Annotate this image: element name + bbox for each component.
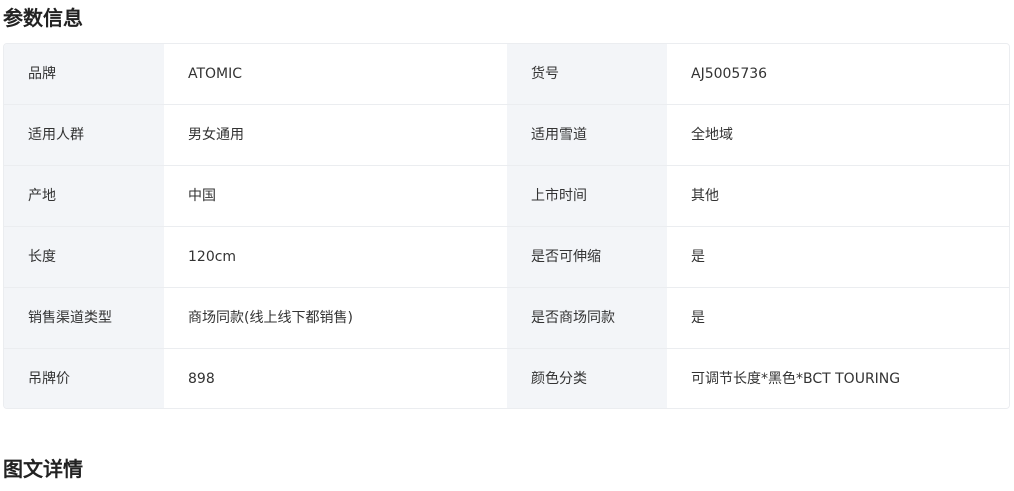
param-label: 上市时间 [507, 166, 667, 226]
param-value: 120cm [164, 227, 507, 287]
param-value: 男女通用 [164, 105, 507, 165]
param-label: 吊牌价 [4, 349, 164, 408]
param-label: 品牌 [4, 44, 164, 104]
param-label: 产地 [4, 166, 164, 226]
params-row-length: 长度 120cm 是否可伸缩 是 [4, 227, 1009, 288]
param-label: 销售渠道类型 [4, 288, 164, 348]
param-label: 适用人群 [4, 105, 164, 165]
param-value: 是 [667, 288, 1009, 348]
params-row-brand: 品牌 ATOMIC 货号 AJ5005736 [4, 44, 1009, 105]
details-section-title: 图文详情 [3, 457, 83, 481]
params-row-origin: 产地 中国 上市时间 其他 [4, 166, 1009, 227]
params-table: 品牌 ATOMIC 货号 AJ5005736 适用人群 男女通用 适用雪道 全地… [3, 43, 1010, 409]
param-value: 商场同款(线上线下都销售) [164, 288, 507, 348]
params-row-channel: 销售渠道类型 商场同款(线上线下都销售) 是否商场同款 是 [4, 288, 1009, 349]
param-label: 颜色分类 [507, 349, 667, 408]
params-row-audience: 适用人群 男女通用 适用雪道 全地域 [4, 105, 1009, 166]
param-label: 货号 [507, 44, 667, 104]
param-label: 长度 [4, 227, 164, 287]
param-value: AJ5005736 [667, 44, 1009, 104]
param-value: 其他 [667, 166, 1009, 226]
params-section-title: 参数信息 [3, 6, 83, 30]
param-label: 是否商场同款 [507, 288, 667, 348]
param-label: 适用雪道 [507, 105, 667, 165]
param-value: 中国 [164, 166, 507, 226]
param-value: 898 [164, 349, 507, 408]
param-value: ATOMIC [164, 44, 507, 104]
param-label: 是否可伸缩 [507, 227, 667, 287]
param-value: 是 [667, 227, 1009, 287]
param-value: 全地域 [667, 105, 1009, 165]
param-value: 可调节长度*黑色*BCT TOURING [667, 349, 1009, 408]
params-row-price: 吊牌价 898 颜色分类 可调节长度*黑色*BCT TOURING [4, 349, 1009, 408]
